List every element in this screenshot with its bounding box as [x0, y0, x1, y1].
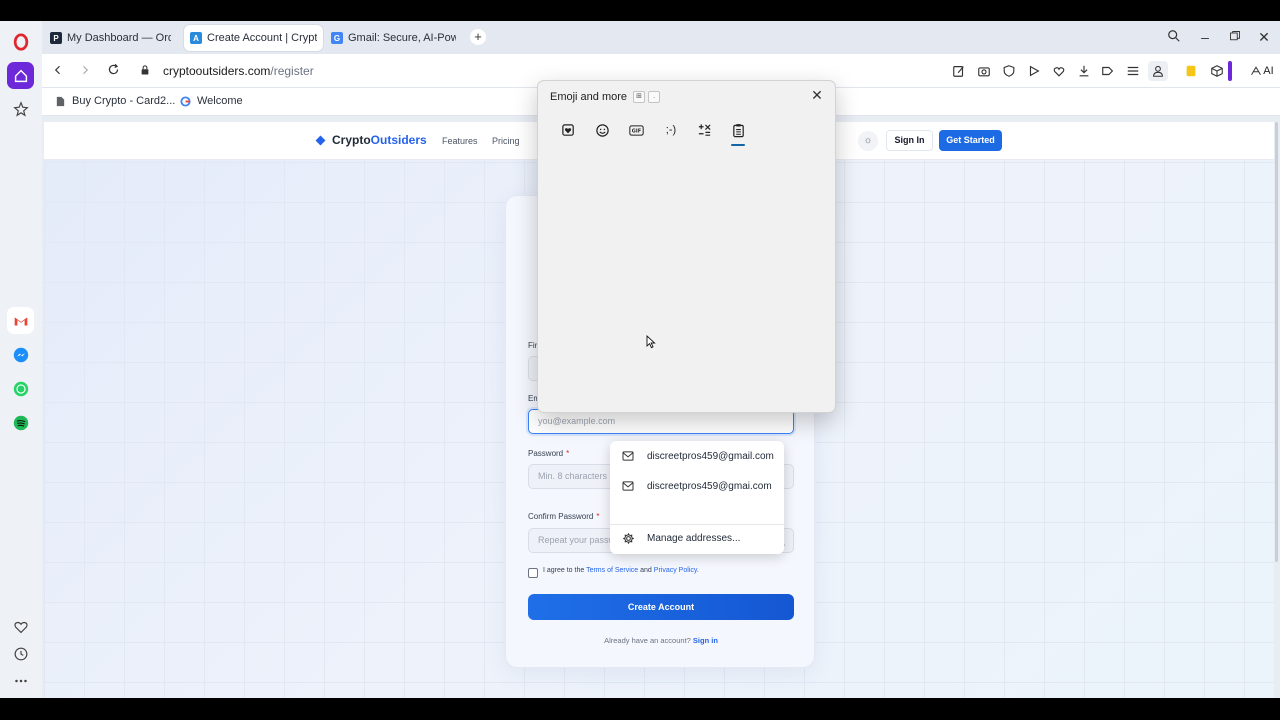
favorites-tab-icon[interactable] [559, 121, 577, 139]
history-icon[interactable] [7, 640, 34, 667]
confirm-password-label: Confirm Password * [528, 512, 600, 521]
privacy-link[interactable]: Privacy Policy [654, 567, 697, 574]
browser-window: P My Dashboard — Orders A Create Account… [0, 21, 1280, 698]
autofill-email: discreetpros459@gmail.com [647, 450, 774, 462]
tab-dashboard[interactable]: P My Dashboard — Orders [44, 25, 177, 51]
opera-logo-icon[interactable] [7, 28, 34, 55]
nav-features[interactable]: Features [442, 136, 478, 146]
gif-tab-icon[interactable]: GIF [627, 121, 645, 139]
sign-in-link[interactable]: Sign in [693, 636, 718, 645]
close-icon[interactable]: ✕ [809, 87, 825, 103]
tab-create-account[interactable]: A Create Account | CryptoOu [184, 25, 323, 51]
url-domain: cryptooutsiders.com [163, 64, 271, 78]
tab-bar: P My Dashboard — Orders A Create Account… [42, 21, 1280, 54]
page-icon [56, 96, 65, 106]
terms-checkbox[interactable] [528, 568, 538, 578]
opera-sidebar [0, 21, 42, 698]
ai-label: AI [1263, 65, 1274, 77]
svg-text:GIF: GIF [631, 128, 640, 134]
tab-favicon: A [190, 32, 202, 44]
aria-ai-button[interactable]: AI [1247, 63, 1277, 79]
emoji-tab-icon[interactable] [593, 121, 611, 139]
terms-text: I agree to the Terms of Service and Priv… [543, 567, 699, 574]
home-icon[interactable] [7, 62, 34, 89]
manage-addresses-item[interactable]: Manage addresses... [610, 523, 784, 553]
manage-addresses-label: Manage addresses... [647, 532, 741, 544]
autofill-suggestion[interactable]: discreetpros459@gmail.com [610, 441, 784, 471]
tab-favicon: P [50, 32, 62, 44]
autofill-suggestion[interactable]: discreetpros459@gmai.com [610, 471, 784, 501]
page-scrollbar[interactable] [1275, 122, 1278, 562]
messenger-icon[interactable] [7, 341, 34, 368]
tab-favicon: G [331, 32, 343, 44]
whatsapp-icon[interactable] [7, 375, 34, 402]
extension-indicator [1228, 61, 1232, 81]
mouse-cursor-icon [646, 335, 656, 349]
google-icon [180, 95, 191, 107]
create-account-button[interactable]: Create Account [528, 594, 794, 620]
brand-name-part1: Crypto [332, 133, 371, 147]
shield-icon[interactable] [1001, 63, 1017, 79]
easy-setup-icon[interactable] [1125, 63, 1141, 79]
play-icon[interactable] [1026, 63, 1042, 79]
star-icon[interactable] [7, 95, 34, 122]
address-bar[interactable]: cryptooutsiders.com/register [163, 64, 314, 78]
bookmark-label: Buy Crypto - Card2... [72, 95, 176, 107]
heart-icon[interactable] [1051, 63, 1067, 79]
tab-label: Create Account | CryptoOu [207, 32, 317, 44]
gear-icon [621, 531, 635, 545]
kaomoji-tab[interactable]: ;-) [661, 121, 681, 139]
sign-in-button[interactable]: Sign In [886, 130, 933, 151]
period-key: . [648, 91, 661, 103]
cube-extension-icon[interactable] [1209, 63, 1225, 79]
theme-toggle-icon[interactable]: ☼ [858, 131, 878, 151]
tag-icon[interactable] [1100, 63, 1116, 79]
heart-icon[interactable] [7, 613, 34, 640]
more-icon[interactable] [7, 667, 34, 694]
tab-gmail[interactable]: G Gmail: Secure, AI-Powered [325, 25, 462, 51]
url-path: /register [270, 64, 314, 78]
screen-frame: P My Dashboard — Orders A Create Account… [0, 0, 1280, 720]
password-label: Password * [528, 449, 570, 458]
bookmark-label: Welcome [197, 95, 243, 107]
clipboard-tab-icon[interactable] [729, 121, 747, 139]
terms-link[interactable]: Terms of Service [586, 567, 638, 574]
new-tab-button[interactable]: + [470, 29, 486, 45]
autofill-email: discreetpros459@gmai.com [647, 480, 772, 492]
signin-prompt: Already have an account? Sign in [604, 636, 718, 645]
brand-name-part2: Outsiders [370, 133, 427, 147]
camera-icon[interactable] [976, 63, 992, 79]
gmail-icon[interactable] [7, 307, 34, 334]
first-name-label: Fir [528, 341, 538, 350]
bookmark-welcome[interactable]: Welcome [180, 95, 243, 107]
bookmark-buy-crypto[interactable]: Buy Crypto - Card2... [55, 95, 175, 107]
lock-icon[interactable] [137, 63, 153, 79]
get-started-button[interactable]: Get Started [939, 130, 1002, 151]
forward-icon[interactable] [77, 63, 93, 79]
restore-icon[interactable] [1225, 29, 1245, 45]
windows-key-icon: ⊞ [633, 91, 646, 103]
active-tab-indicator [731, 144, 745, 146]
symbols-tab-icon[interactable] [695, 121, 713, 139]
search-tabs-icon[interactable] [1164, 29, 1184, 46]
mail-icon [621, 449, 635, 463]
download-icon[interactable] [1076, 63, 1092, 79]
wallet-extension-icon[interactable] [1183, 63, 1199, 79]
site-logo[interactable]: Crypto Outsiders [315, 133, 427, 147]
edit-icon[interactable] [951, 63, 967, 79]
close-window-icon[interactable]: ✕ [1254, 29, 1274, 45]
reload-icon[interactable] [105, 63, 121, 79]
profile-icon[interactable] [1148, 61, 1168, 81]
emoji-panel-title: Emoji and more ⊞ . [550, 91, 661, 103]
mail-icon [621, 479, 635, 493]
emoji-panel: Emoji and more ⊞ . ✕ GIF ;-) [537, 80, 836, 413]
minimize-icon[interactable]: – [1195, 29, 1215, 45]
spotify-icon[interactable] [7, 409, 34, 436]
back-icon[interactable] [50, 63, 66, 79]
diamond-logo-icon [315, 135, 326, 145]
autofill-dropdown: discreetpros459@gmail.com discreetpros45… [610, 441, 784, 554]
nav-pricing[interactable]: Pricing [492, 136, 520, 146]
tab-label: Gmail: Secure, AI-Powered [348, 32, 456, 44]
tab-label: My Dashboard — Orders [67, 32, 171, 44]
